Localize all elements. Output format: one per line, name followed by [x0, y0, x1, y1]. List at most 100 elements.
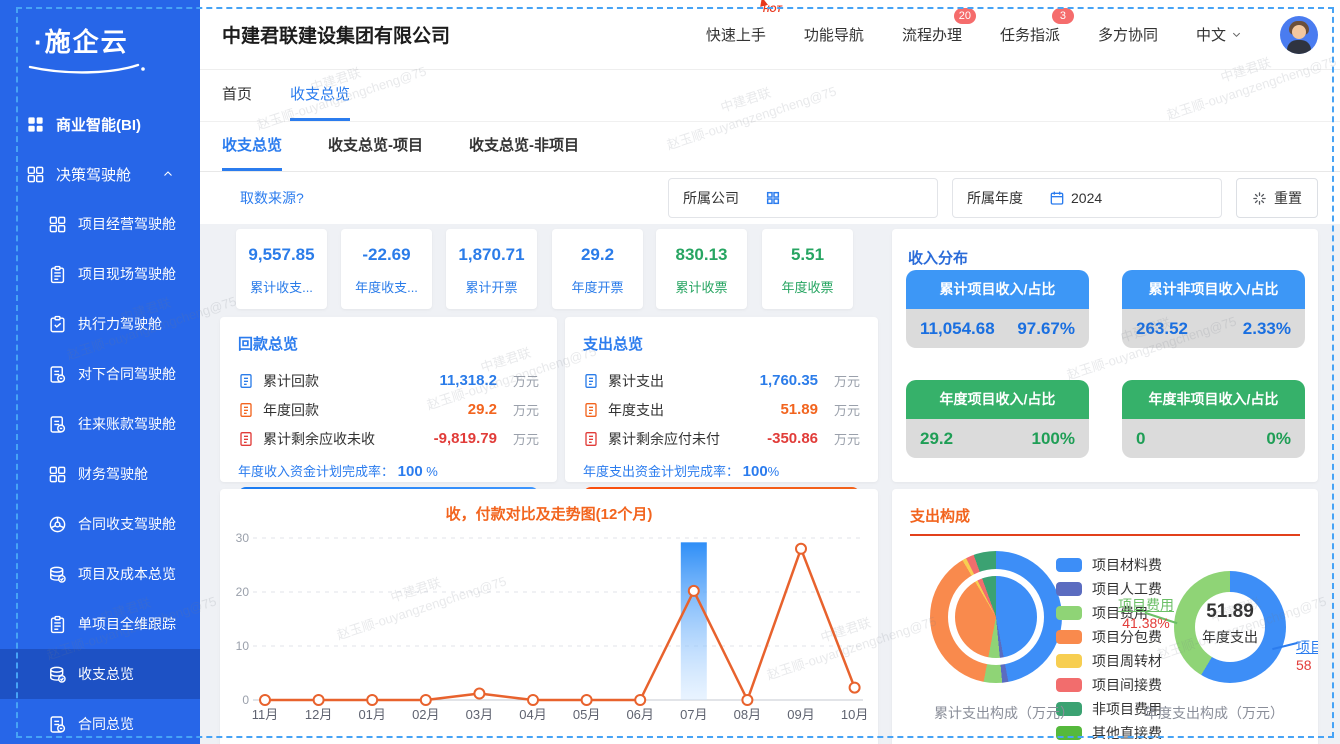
- stat-card-cumulative-balance: 9,557.85 累计收支...: [236, 229, 327, 309]
- annual-donut-center: 51.89 年度支出: [1174, 601, 1286, 647]
- document-badge-icon: [48, 715, 67, 734]
- row-label: 累计剩余应付未付: [608, 429, 720, 449]
- legend-chip: [1056, 726, 1082, 740]
- cumulative-expense-pie: [930, 551, 1062, 683]
- tab-home[interactable]: 首页: [222, 83, 252, 121]
- logo-text: 施企云: [45, 27, 129, 57]
- language-selector[interactable]: 中文: [1196, 24, 1242, 45]
- sidebar-item-current-accounts[interactable]: 往来账款驾驶舱: [0, 399, 200, 449]
- app-logo: ·施企云: [0, 0, 200, 75]
- year-filter-select[interactable]: 所属年度 2024: [952, 178, 1222, 218]
- document-icon: [583, 373, 599, 389]
- stat-label: 年度开票: [552, 277, 643, 296]
- document-icon: [583, 431, 599, 447]
- cumulative-pie-caption: 累计支出构成（万元）: [934, 703, 1074, 723]
- user-avatar[interactable]: [1280, 16, 1318, 54]
- row-remaining-receivable: 累计剩余应收未收 -9,819.79 万元: [238, 424, 539, 453]
- row-label: 累计剩余应收未收: [263, 429, 375, 449]
- row-unit: 万元: [826, 371, 860, 390]
- annual-donut-callout-green: 项目费用 41.38%: [1118, 595, 1174, 631]
- sidebar-item-label: 财务驾驶舱: [78, 464, 148, 484]
- sidebar-item-contract-overview[interactable]: 合同总览: [0, 699, 200, 744]
- nav-label: 流程办理: [902, 27, 962, 44]
- svg-text:0: 0: [242, 693, 249, 707]
- chevron-up-icon[interactable]: [162, 168, 174, 180]
- expense-overview-panel: 支出总览 累计支出 1,760.35 万元 年度支出 51.89 万元 累计剩余…: [565, 317, 878, 482]
- income-card-header: 年度项目收入/占比: [906, 380, 1089, 419]
- data-source-link[interactable]: 取数来源?: [240, 188, 304, 208]
- stat-value: -22.69: [341, 245, 432, 265]
- income-card-value: 0: [1136, 429, 1145, 449]
- stat-label: 累计开票: [446, 277, 537, 296]
- reset-button[interactable]: 重置: [1236, 178, 1318, 218]
- avatar-face: [1292, 25, 1306, 39]
- sidebar-item-business-intelligence[interactable]: 商业智能(BI): [0, 99, 200, 149]
- tabs-block: 首页 收支总览 收支总览 收支总览-项目 收支总览-非项目 取数来源? 所属公司…: [200, 70, 1340, 224]
- sidebar-item-label: 项目及成本总览: [78, 564, 176, 584]
- row-label: 年度支出: [608, 400, 664, 420]
- row-unit: 万元: [826, 429, 860, 448]
- svg-text:10: 10: [236, 639, 250, 653]
- row-value: 11,318.2: [439, 372, 497, 389]
- sidebar-group-decision-cockpit[interactable]: 决策驾驶舱: [0, 149, 200, 199]
- income-card-percent: 0%: [1266, 429, 1291, 449]
- row-label: 累计支出: [608, 371, 664, 391]
- subtab-overview-non-project[interactable]: 收支总览-非项目: [469, 134, 579, 171]
- sidebar-item-execution[interactable]: 执行力驾驶舱: [0, 299, 200, 349]
- rate-label: 年度支出资金计划完成率：: [583, 464, 739, 479]
- svg-text:10月: 10月: [841, 707, 868, 722]
- logo-swoosh-icon: [26, 61, 146, 75]
- income-card-cumulative-project: 累计项目收入/占比 11,054.68 97.67%: [906, 270, 1089, 348]
- svg-text:12月: 12月: [305, 707, 332, 722]
- legend-item: 项目间接费: [1056, 673, 1162, 697]
- income-card-percent: 2.33%: [1243, 319, 1291, 339]
- tab-income-expense-overview[interactable]: 收支总览: [290, 83, 350, 121]
- sidebar-item-finance[interactable]: 财务驾驶舱: [0, 449, 200, 499]
- annual-expense-value: 51.89: [1174, 601, 1286, 623]
- subtab-overview-project[interactable]: 收支总览-项目: [328, 134, 423, 171]
- sidebar-item-sub-contract[interactable]: 对下合同驾驶舱: [0, 349, 200, 399]
- document-icon: [583, 402, 599, 418]
- sidebar-item-project-site[interactable]: 项目现场驾驶舱: [0, 249, 200, 299]
- company-filter-label: 所属公司: [683, 188, 739, 208]
- subtab-overview[interactable]: 收支总览: [222, 134, 282, 171]
- logo-dot-icon: ·: [34, 27, 43, 57]
- avatar-body: [1287, 40, 1311, 54]
- grid-icon: [48, 465, 67, 484]
- sidebar-item-label: 合同收支驾驶舱: [78, 514, 176, 534]
- sidebar-item-label: 执行力驾驶舱: [78, 314, 162, 334]
- svg-text:05月: 05月: [573, 707, 600, 722]
- income-card-percent: 97.67%: [1017, 319, 1075, 339]
- sidebar-item-single-project-tracking[interactable]: 单项目全维跟踪: [0, 599, 200, 649]
- svg-text:01月: 01月: [358, 707, 385, 722]
- sidebar-item-project-cost-overview[interactable]: 项目及成本总览: [0, 549, 200, 599]
- nav-function-guide[interactable]: 功能导航: [804, 24, 864, 45]
- legend-item: 项目周转材: [1056, 649, 1162, 673]
- nav-label: 功能导航: [804, 27, 864, 44]
- legend-chip: [1056, 558, 1082, 572]
- sidebar-item-income-expense-overview[interactable]: 收支总览: [0, 649, 200, 699]
- nav-multi-collaboration[interactable]: 多方协同: [1098, 24, 1158, 45]
- year-filter-label: 所属年度: [967, 188, 1023, 208]
- stat-card-cumulative-received: 830.13 累计收票: [656, 229, 747, 309]
- nav-quick-start[interactable]: 快速上手 HOT: [706, 24, 766, 45]
- svg-text:20: 20: [236, 585, 250, 599]
- row-unit: 万元: [826, 400, 860, 419]
- nav-process-handling[interactable]: 流程办理 20: [902, 24, 962, 45]
- sidebar-item-label: 决策驾驶舱: [56, 164, 131, 185]
- sidebar-item-contract-income-expense[interactable]: 合同收支驾驶舱: [0, 499, 200, 549]
- stat-card-cumulative-invoiced: 1,870.71 累计开票: [446, 229, 537, 309]
- grid-icon: [26, 165, 45, 184]
- rate-value: 100: [398, 463, 423, 480]
- svg-text:30: 30: [236, 531, 250, 545]
- row-annual-collection: 年度回款 29.2 万元: [238, 395, 539, 424]
- company-filter-select[interactable]: 所属公司: [668, 178, 938, 218]
- nav-task-assign[interactable]: 任务指派 3: [1000, 24, 1060, 45]
- income-card-value: 11,054.68: [920, 319, 995, 339]
- language-label: 中文: [1196, 24, 1226, 45]
- sidebar-item-project-operation[interactable]: 项目经营驾驶舱: [0, 199, 200, 249]
- sidebar-item-label: 收支总览: [78, 664, 134, 684]
- row-value: 51.89: [780, 401, 818, 418]
- stat-value: 830.13: [656, 245, 747, 265]
- clipboard-icon: [48, 265, 67, 284]
